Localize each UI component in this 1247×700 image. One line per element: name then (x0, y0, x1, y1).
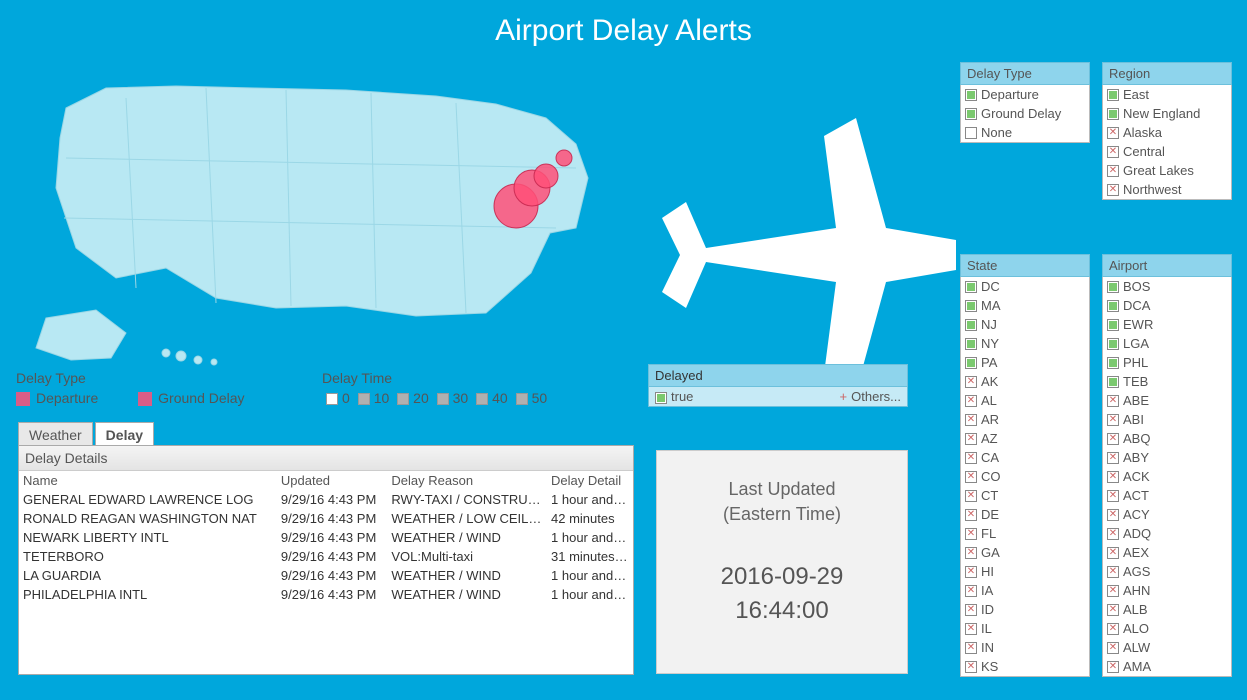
filter-option-airport[interactable]: AHN (1103, 581, 1231, 600)
filter-option-airport[interactable]: ACY (1103, 505, 1231, 524)
filter-region: Region EastNew EnglandAlaskaCentralGreat… (1102, 62, 1232, 200)
filter-option-state[interactable]: DC (961, 277, 1089, 296)
last-updated-card: Last Updated (Eastern Time) 2016-09-29 1… (656, 450, 908, 674)
filter-option-state[interactable]: AZ (961, 429, 1089, 448)
filter-option-state[interactable]: ID (961, 600, 1089, 619)
filter-option-airport[interactable]: TEB (1103, 372, 1231, 391)
tab-delay[interactable]: Delay (95, 422, 154, 447)
table-col-header[interactable]: Name (19, 471, 277, 490)
filter-option-airport[interactable]: DCA (1103, 296, 1231, 315)
table-col-header[interactable]: Delay Reason (387, 471, 547, 490)
filter-option-state[interactable]: KS (961, 657, 1089, 676)
table-col-header[interactable]: Delay Detail (547, 471, 633, 490)
last-updated-tz: (Eastern Time) (657, 502, 907, 527)
filter-option-region[interactable]: East (1103, 85, 1231, 104)
legend-delay-time: Delay Time 0 10 20 30 40 50 (322, 370, 547, 406)
filter-option-airport[interactable]: ABY (1103, 448, 1231, 467)
filter-option-airport[interactable]: PHL (1103, 353, 1231, 372)
filter-option-state[interactable]: AR (961, 410, 1089, 429)
filter-option-airport[interactable]: ABE (1103, 391, 1231, 410)
legend-ground-delay: Ground Delay (158, 390, 244, 406)
delay-table: Delay Details NameUpdatedDelay ReasonDel… (18, 445, 634, 675)
tab-weather[interactable]: Weather (18, 422, 93, 447)
filter-airport-title: Airport (1102, 254, 1232, 277)
table-row[interactable]: RONALD REAGAN WASHINGTON NAT9/29/16 4:43… (19, 509, 633, 528)
filter-option-state[interactable]: PA (961, 353, 1089, 372)
filter-option-airport[interactable]: ABI (1103, 410, 1231, 429)
filter-option-delay-type[interactable]: Ground Delay (961, 104, 1089, 123)
filter-option-region[interactable]: Central (1103, 142, 1231, 161)
filter-option-delay-type[interactable]: Departure (961, 85, 1089, 104)
delayed-filter: Delayed true +Others... (648, 364, 908, 407)
filter-option-state[interactable]: HI (961, 562, 1089, 581)
filter-option-airport[interactable]: AMA (1103, 657, 1231, 676)
filter-option-airport[interactable]: ABQ (1103, 429, 1231, 448)
filter-option-state[interactable]: CT (961, 486, 1089, 505)
filter-option-region[interactable]: New England (1103, 104, 1231, 123)
filter-state-title: State (960, 254, 1090, 277)
delayed-true-option[interactable]: true (655, 389, 693, 404)
table-title: Delay Details (19, 446, 633, 471)
filter-option-state[interactable]: IL (961, 619, 1089, 638)
filter-option-state[interactable]: IN (961, 638, 1089, 657)
table-row[interactable]: GENERAL EDWARD LAWRENCE LOG9/29/16 4:43 … (19, 490, 633, 509)
filter-airport: Airport BOSDCAEWRLGAPHLTEBABEABIABQABYAC… (1102, 254, 1232, 694)
last-updated-time: 16:44:00 (657, 597, 907, 625)
filter-option-state[interactable]: FL (961, 524, 1089, 543)
filter-option-state[interactable]: DE (961, 505, 1089, 524)
filter-option-delay-type[interactable]: None (961, 123, 1089, 142)
filter-option-state[interactable]: CA (961, 448, 1089, 467)
filter-option-state[interactable]: AL (961, 391, 1089, 410)
map-bubble-ewr[interactable] (534, 164, 558, 188)
filter-option-airport[interactable]: ADQ (1103, 524, 1231, 543)
last-updated-label: Last Updated (657, 477, 907, 502)
filter-option-state[interactable]: AK (961, 372, 1089, 391)
filter-option-state[interactable]: NY (961, 334, 1089, 353)
table-row[interactable]: TETERBORO9/29/16 4:43 PMVOL:Multi-taxi31… (19, 547, 633, 566)
filter-option-airport[interactable]: AEX (1103, 543, 1231, 562)
us-map[interactable] (16, 48, 636, 368)
filter-delay-type-title: Delay Type (960, 62, 1090, 85)
filter-option-region[interactable]: Northwest (1103, 180, 1231, 199)
filter-delay-type: Delay Type DepartureGround DelayNone (960, 62, 1090, 143)
legend-time-title: Delay Time (322, 370, 547, 386)
filter-option-state[interactable]: CO (961, 467, 1089, 486)
filter-option-airport[interactable]: ACK (1103, 467, 1231, 486)
filter-option-airport[interactable]: LGA (1103, 334, 1231, 353)
filter-option-region[interactable]: Alaska (1103, 123, 1231, 142)
table-col-header[interactable]: Updated (277, 471, 388, 490)
filter-option-state[interactable]: MA (961, 296, 1089, 315)
table-row[interactable]: LA GUARDIA9/29/16 4:43 PMWEATHER / WIND1… (19, 566, 633, 585)
filter-state: State DCMANJNYPAAKALARAZCACOCTDEFLGAHIIA… (960, 254, 1090, 694)
legend-departure: Departure (36, 390, 98, 406)
map-container (16, 48, 916, 368)
legend-delay-type: Delay Type Departure Ground Delay (16, 370, 281, 406)
filter-option-region[interactable]: Great Lakes (1103, 161, 1231, 180)
delayed-others-option[interactable]: +Others... (840, 389, 901, 404)
filter-option-airport[interactable]: AGS (1103, 562, 1231, 581)
delayed-filter-title: Delayed (648, 364, 908, 387)
filter-option-airport[interactable]: EWR (1103, 315, 1231, 334)
filter-option-airport[interactable]: ALB (1103, 600, 1231, 619)
filter-option-airport[interactable]: ALO (1103, 619, 1231, 638)
filter-option-state[interactable]: IA (961, 581, 1089, 600)
filter-option-state[interactable]: NJ (961, 315, 1089, 334)
filter-option-airport[interactable]: ALW (1103, 638, 1231, 657)
last-updated-date: 2016-09-29 (657, 563, 907, 591)
page-title: Airport Delay Alerts (0, 14, 1247, 48)
map-bubble-bos[interactable] (556, 150, 572, 166)
filter-option-state[interactable]: GA (961, 543, 1089, 562)
legend-type-title: Delay Type (16, 370, 281, 386)
table-row[interactable]: PHILADELPHIA INTL9/29/16 4:43 PMWEATHER … (19, 585, 633, 604)
filter-region-title: Region (1102, 62, 1232, 85)
filter-option-airport[interactable]: BOS (1103, 277, 1231, 296)
airplane-icon (656, 108, 966, 408)
table-row[interactable]: NEWARK LIBERTY INTL9/29/16 4:43 PMWEATHE… (19, 528, 633, 547)
filter-option-airport[interactable]: ACT (1103, 486, 1231, 505)
